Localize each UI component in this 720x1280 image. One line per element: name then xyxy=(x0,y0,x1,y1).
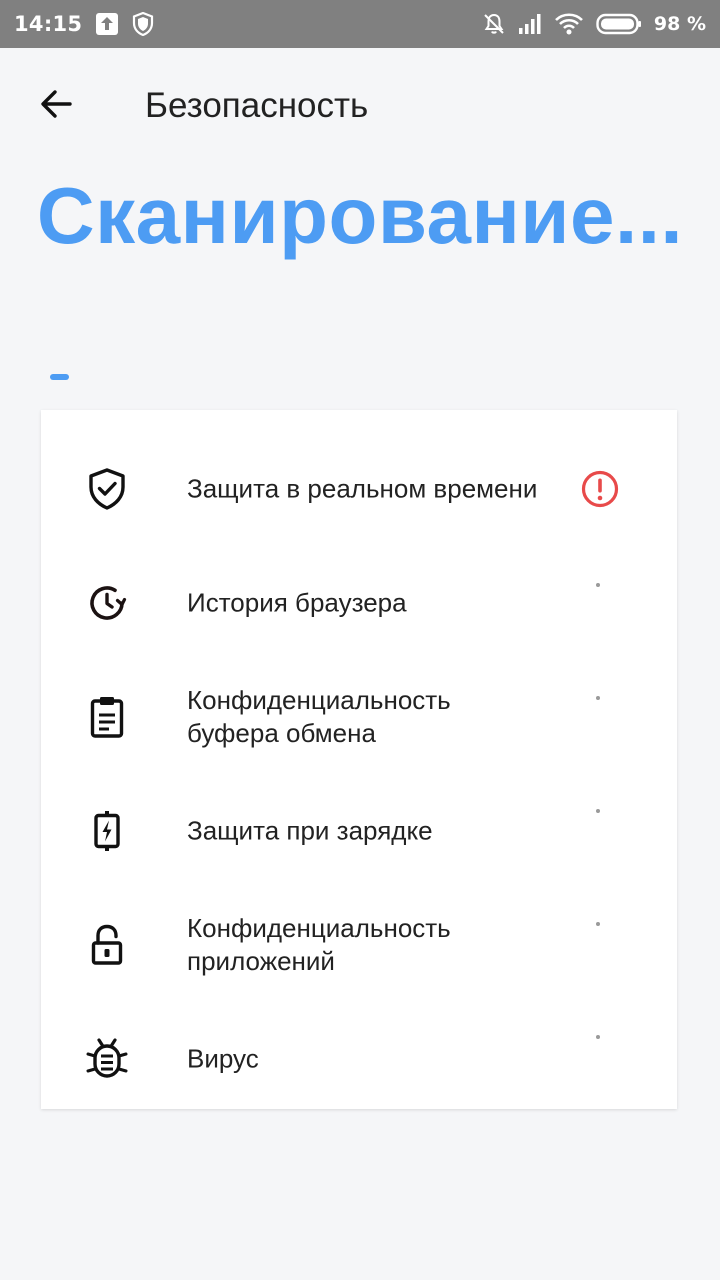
scan-progress-bar xyxy=(50,374,670,380)
status-time: 14:15 xyxy=(14,12,83,36)
arrow-back-icon xyxy=(38,86,74,122)
history-clock-icon xyxy=(85,581,129,625)
check-row-app-privacy[interactable]: Конфиденциальность приложений xyxy=(41,888,677,1002)
pending-status-dot xyxy=(596,1035,600,1039)
shield-check-icon xyxy=(85,467,129,511)
shield-notification-icon xyxy=(132,12,154,36)
status-notification-icons xyxy=(96,12,154,36)
bell-muted-icon xyxy=(482,12,506,36)
check-label: Конфиденциальность приложений xyxy=(187,913,451,976)
check-label: Защита при зарядке xyxy=(187,815,433,846)
status-system-icons: 98 % xyxy=(482,12,706,36)
warning-alert-icon xyxy=(580,469,620,509)
battery-charging-icon xyxy=(85,809,129,853)
check-label: Защита в реальном времени xyxy=(187,473,538,504)
clipboard-icon xyxy=(85,695,129,739)
pending-status-dot xyxy=(596,583,600,587)
check-label: Вирус xyxy=(187,1043,259,1074)
upload-notification-icon xyxy=(96,13,119,35)
page-title: Безопасность xyxy=(145,86,369,125)
status-bar: 14:15 98 % xyxy=(0,0,720,48)
check-row-clipboard-privacy[interactable]: Конфиденциальность буфера обмена xyxy=(41,660,677,774)
scan-progress-fill xyxy=(50,374,69,380)
battery-percent: 98 % xyxy=(653,13,706,35)
security-checks-card: Защита в реальном времени История браузе… xyxy=(41,410,677,1109)
pending-status-dot xyxy=(596,696,600,700)
scan-status-title: Сканирование... xyxy=(36,171,684,260)
app-bar: Безопасность xyxy=(0,48,720,164)
battery-icon xyxy=(596,13,642,35)
back-button[interactable] xyxy=(28,76,84,132)
pending-status-dot xyxy=(596,809,600,813)
check-row-charging-protection[interactable]: Защита при зарядке xyxy=(41,774,677,888)
check-label: Конфиденциальность буфера обмена xyxy=(187,685,451,748)
check-row-browser-history[interactable]: История браузера xyxy=(41,546,677,660)
cellular-signal-icon xyxy=(518,13,542,35)
check-label: История браузера xyxy=(187,587,407,618)
bug-icon xyxy=(85,1037,129,1081)
lock-open-icon xyxy=(85,923,129,967)
check-row-virus[interactable]: Вирус xyxy=(41,1002,677,1116)
wifi-icon xyxy=(554,13,584,35)
pending-status-dot xyxy=(596,922,600,926)
check-row-realtime-protection[interactable]: Защита в реальном времени xyxy=(41,432,677,546)
